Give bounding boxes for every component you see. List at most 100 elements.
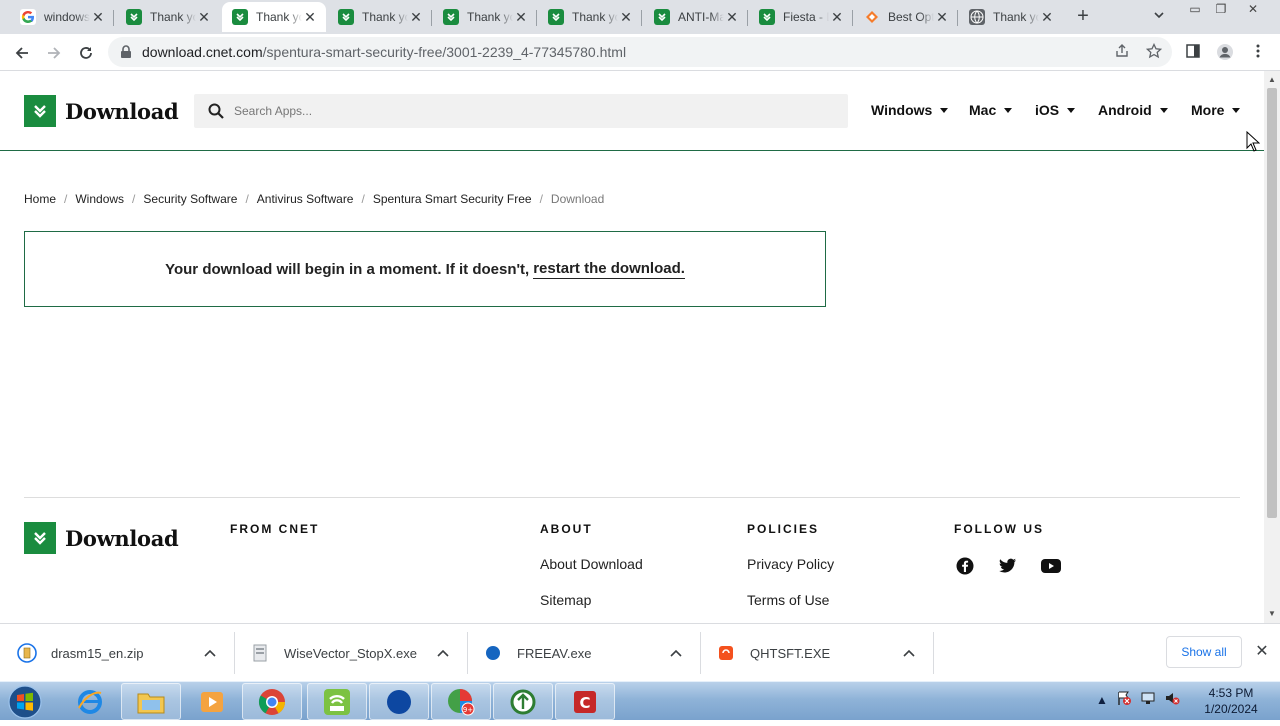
close-icon[interactable]: ✕ xyxy=(90,9,106,25)
close-icon[interactable]: ✕ xyxy=(196,9,212,25)
show-all-downloads-button[interactable]: Show all xyxy=(1166,636,1242,668)
tray-expand-icon[interactable]: ▲ xyxy=(1096,693,1108,707)
back-button[interactable] xyxy=(10,41,34,65)
side-panel-icon[interactable] xyxy=(1185,43,1203,61)
tab-6[interactable]: ANTI-Malware ✕ xyxy=(644,2,748,32)
download-item[interactable]: WiseVector_StopX.exe xyxy=(235,632,468,674)
download-item[interactable]: drasm15_en.zip xyxy=(2,632,235,674)
url-text[interactable]: download.cnet.com/spentura-smart-securit… xyxy=(142,44,626,60)
file-explorer-icon[interactable] xyxy=(121,683,181,720)
close-icon[interactable]: ✕ xyxy=(408,9,424,25)
exe-file-icon xyxy=(250,643,270,663)
breadcrumb-antivirus-software[interactable]: Antivirus Software xyxy=(257,192,354,206)
breadcrumb-home[interactable]: Home xyxy=(24,192,56,206)
cnet-download-icon xyxy=(126,9,142,25)
close-shelf-icon[interactable]: ✕ xyxy=(1252,642,1272,662)
close-icon[interactable]: ✕ xyxy=(829,9,845,25)
chevron-up-icon[interactable] xyxy=(200,646,220,660)
tab-7[interactable]: Fiesta - Download ✕ xyxy=(749,2,853,32)
chevron-up-icon[interactable] xyxy=(666,646,686,660)
menu-kebab-icon[interactable] xyxy=(1250,43,1268,61)
action-center-flag-icon[interactable] xyxy=(1116,690,1132,709)
close-window-button[interactable]: ✕ xyxy=(1240,0,1266,18)
bookmark-star-icon[interactable] xyxy=(1145,42,1164,61)
page-scrollbar[interactable]: ▲ ▼ xyxy=(1264,71,1280,623)
close-icon[interactable]: ✕ xyxy=(302,9,318,25)
nav-android[interactable]: Android xyxy=(1098,102,1168,118)
youtube-icon[interactable] xyxy=(1040,555,1062,577)
search-icon xyxy=(208,103,224,124)
media-player-icon[interactable] xyxy=(182,683,242,720)
lock-icon[interactable] xyxy=(120,45,132,64)
tab-search-chevron-icon[interactable] xyxy=(1152,8,1170,26)
internet-explorer-icon[interactable] xyxy=(60,683,120,720)
volume-muted-icon[interactable] xyxy=(1164,690,1180,709)
search-input[interactable] xyxy=(234,94,834,128)
restart-download-link[interactable]: restart the download. xyxy=(533,260,685,279)
terms-of-use-link[interactable]: Terms of Use xyxy=(747,592,834,608)
tab-8[interactable]: Best Options ✕ xyxy=(854,2,958,32)
chrome-icon[interactable] xyxy=(242,683,302,720)
download-logo-icon xyxy=(24,522,56,554)
close-icon[interactable]: ✕ xyxy=(513,9,529,25)
forward-button[interactable] xyxy=(42,41,66,65)
tab-3[interactable]: Thank you for downloading ✕ xyxy=(328,2,432,32)
nav-windows[interactable]: Windows xyxy=(871,102,949,118)
site-logo[interactable]: Download xyxy=(24,95,179,127)
tab-title: Thank you for downloading xyxy=(256,10,302,24)
download-filename: QHTSFT.EXE xyxy=(750,645,831,661)
caret-down-icon xyxy=(1004,107,1013,113)
download-item[interactable]: FREEAV.exe xyxy=(468,632,701,674)
new-tab-button[interactable]: + xyxy=(1072,6,1094,28)
green-arrows-app-icon[interactable] xyxy=(493,683,553,720)
breadcrumb-windows[interactable]: Windows xyxy=(75,192,124,206)
sitemap-link[interactable]: Sitemap xyxy=(540,592,643,608)
red-c-app-icon[interactable]: C xyxy=(555,683,615,720)
chevron-up-icon[interactable] xyxy=(899,646,919,660)
follow-us-heading: FOLLOW US xyxy=(954,522,1044,536)
tab-2-active[interactable]: Thank you for downloading ✕ xyxy=(222,2,326,32)
footer-logo[interactable]: Download xyxy=(24,522,179,554)
footer-about: ABOUT About Download Sitemap xyxy=(540,522,643,608)
share-icon[interactable] xyxy=(1114,43,1132,61)
breadcrumb: Home / Windows / Security Software / Antivi… xyxy=(24,192,605,206)
privacy-policy-link[interactable]: Privacy Policy xyxy=(747,556,834,572)
breadcrumb-product[interactable]: Spentura Smart Security Free xyxy=(373,192,532,206)
chevron-up-icon[interactable] xyxy=(433,646,453,660)
scroll-up-arrow-icon[interactable]: ▲ xyxy=(1268,75,1276,84)
facebook-icon[interactable] xyxy=(954,555,976,577)
reload-button[interactable] xyxy=(74,41,98,65)
tab-0[interactable]: windows 7 run ✕ xyxy=(10,2,114,32)
address-bar[interactable]: download.cnet.com/spentura-smart-securit… xyxy=(108,37,1172,67)
twitter-icon[interactable] xyxy=(997,555,1019,577)
tab-title: windows 7 run xyxy=(44,10,90,24)
blue-orb-app-icon[interactable] xyxy=(369,683,429,720)
network-icon[interactable] xyxy=(1140,690,1156,709)
cnet-download-icon xyxy=(338,9,354,25)
tab-9[interactable]: Thank you ✕ xyxy=(959,2,1063,32)
breadcrumb-security-software[interactable]: Security Software xyxy=(143,192,237,206)
restore-button[interactable]: ❐ xyxy=(1208,0,1234,18)
colorful-app-icon[interactable]: 9+ xyxy=(431,683,491,720)
nav-mac[interactable]: Mac xyxy=(969,102,1013,118)
app-search[interactable] xyxy=(194,94,848,128)
tab-4[interactable]: Thank you for downloading ✕ xyxy=(433,2,537,32)
scrollbar-thumb[interactable] xyxy=(1267,88,1277,518)
nav-more[interactable]: More xyxy=(1191,102,1241,118)
close-icon[interactable]: ✕ xyxy=(724,9,740,25)
tab-1[interactable]: Thank you for downloading ✕ xyxy=(116,2,220,32)
green-app-icon[interactable] xyxy=(307,683,367,720)
close-icon[interactable]: ✕ xyxy=(1039,9,1055,25)
tab-5[interactable]: Thank you for downloading ✕ xyxy=(538,2,642,32)
download-item[interactable]: QHTSFT.EXE xyxy=(701,632,934,674)
nav-ios[interactable]: iOS xyxy=(1035,102,1076,118)
system-clock[interactable]: 4:53 PM 1/20/2024 xyxy=(1196,685,1266,717)
qihoo-app-icon xyxy=(716,643,736,663)
close-icon[interactable]: ✕ xyxy=(618,9,634,25)
close-icon[interactable]: ✕ xyxy=(934,9,950,25)
about-download-link[interactable]: About Download xyxy=(540,556,643,572)
minimize-button[interactable]: ▭ xyxy=(1182,0,1208,18)
start-button[interactable] xyxy=(6,683,46,721)
profile-icon[interactable] xyxy=(1216,43,1234,61)
scroll-down-arrow-icon[interactable]: ▼ xyxy=(1268,609,1276,618)
